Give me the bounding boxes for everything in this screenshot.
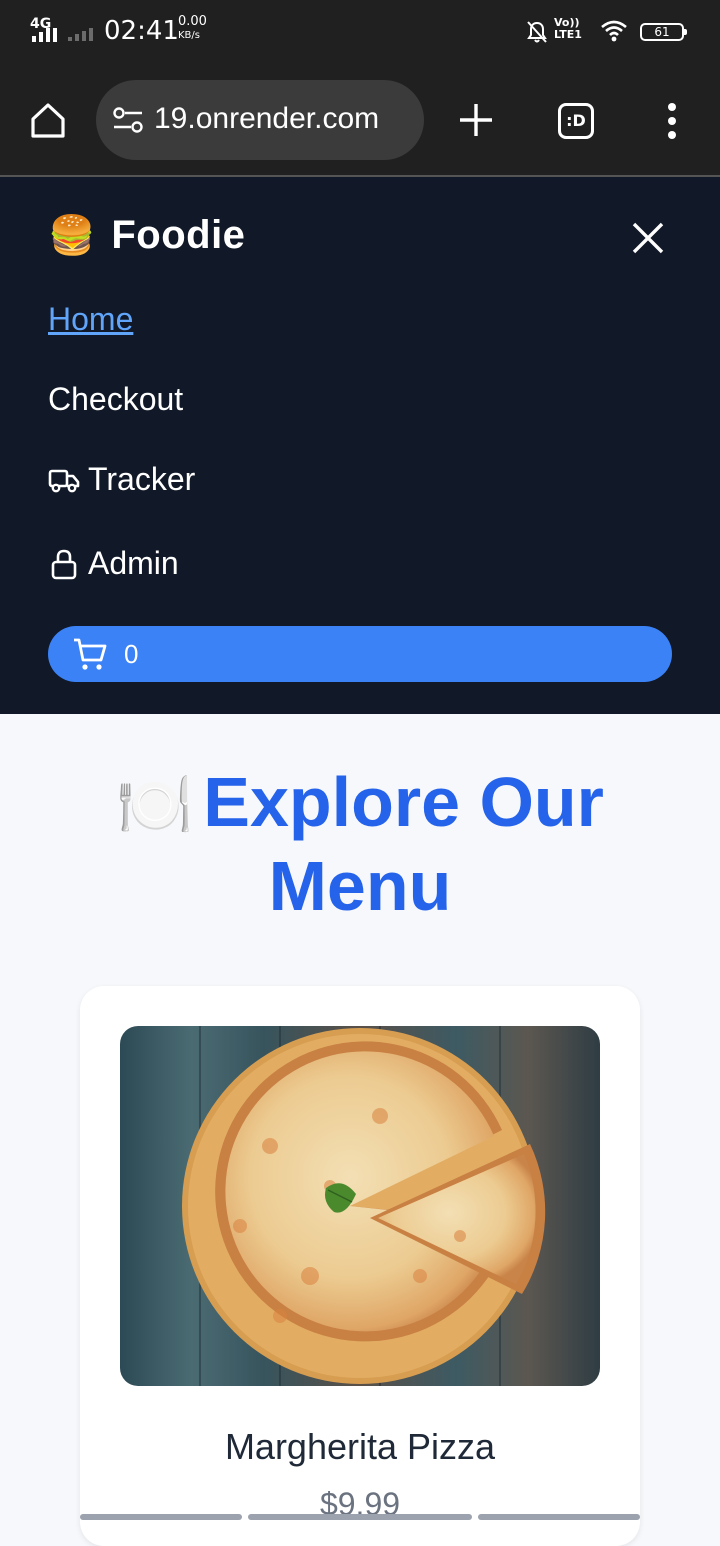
signal-icon xyxy=(32,28,57,42)
page-title-line2: Menu xyxy=(268,847,452,925)
battery-icon: 61 xyxy=(640,23,687,41)
cart-button[interactable]: 0 xyxy=(48,626,672,682)
brand-logo[interactable]: 🍔 Foodie xyxy=(48,213,245,258)
truck-icon xyxy=(48,469,80,492)
new-tab-icon[interactable] xyxy=(456,100,496,140)
clock: 02:41 xyxy=(104,16,179,46)
wifi-icon xyxy=(601,20,627,42)
page-title: 🍽️ Explore Our Menu xyxy=(0,762,720,926)
pizza-image xyxy=(120,1026,600,1386)
nav-link-tracker[interactable]: Tracker xyxy=(48,461,195,498)
close-menu-icon[interactable] xyxy=(628,218,668,258)
nav-link-label: Checkout xyxy=(48,381,184,417)
menu-item-card[interactable]: Margherita Pizza $9.99 xyxy=(80,986,640,1546)
speed-unit: KB/s xyxy=(178,30,200,41)
tab-switcher-button[interactable]: :D xyxy=(558,103,594,139)
signal-icon-secondary xyxy=(68,28,93,41)
mobile-nav-menu: 🍔 Foodie Home Checkout Tracker Admin 0 xyxy=(0,177,720,714)
card-action-strip-1 xyxy=(80,1514,242,1520)
browser-toolbar: 19.onrender.com :D xyxy=(0,64,720,177)
nav-link-label: Tracker xyxy=(88,461,196,497)
card-action-strip-3 xyxy=(478,1514,640,1520)
page-title-line1: Explore Our xyxy=(203,763,604,841)
url-text: 19.onrender.com xyxy=(154,102,380,135)
menu-item-name: Margherita Pizza xyxy=(224,1426,496,1467)
status-bar: 4G 02:41 0.00 KB/s Vo)) LTE1 61 xyxy=(0,0,720,64)
nav-link-checkout[interactable]: Checkout xyxy=(48,381,183,418)
speed-value: 0.00 xyxy=(178,14,207,29)
cart-icon xyxy=(74,638,107,670)
cart-count: 0 xyxy=(124,638,139,669)
volte-indicator: Vo)) LTE1 xyxy=(554,17,582,41)
notifications-muted-icon xyxy=(527,21,547,43)
address-bar[interactable]: 19.onrender.com xyxy=(96,80,424,160)
home-icon[interactable] xyxy=(28,100,68,140)
network-speed: 0.00 KB/s xyxy=(178,15,207,43)
brand-name: Foodie xyxy=(111,213,246,257)
site-settings-icon[interactable] xyxy=(112,106,144,134)
burger-emoji-icon: 🍔 xyxy=(48,214,96,257)
lock-icon xyxy=(51,549,77,579)
nav-link-home[interactable]: Home xyxy=(48,301,133,338)
plate-cutlery-icon: 🍽️ xyxy=(116,771,194,840)
nav-link-label: Admin xyxy=(88,545,179,581)
nav-link-admin[interactable]: Admin xyxy=(48,545,179,582)
overflow-menu-icon[interactable] xyxy=(665,102,679,140)
card-action-strip-2 xyxy=(248,1514,472,1520)
volte-bottom: LTE1 xyxy=(554,28,582,41)
nav-link-label: Home xyxy=(48,301,134,337)
